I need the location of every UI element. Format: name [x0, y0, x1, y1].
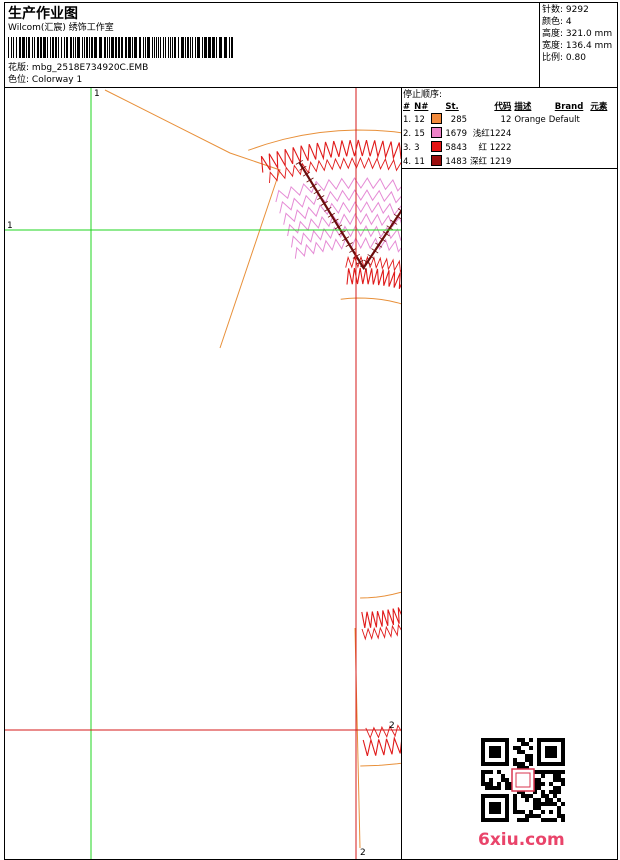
stop-row: 4. 11 1483 深红 1219	[403, 155, 512, 167]
barcode	[8, 37, 233, 58]
colorway-value: Colorway 1	[31, 75, 83, 85]
page-title: 生产作业图	[8, 6, 78, 22]
guide-label-h1: 1	[7, 221, 13, 231]
stop-row: 1. 12 285 12 Orange Default	[403, 113, 580, 125]
qr-code	[481, 738, 565, 822]
embroidery-canvas: 1 1 2 2	[5, 88, 401, 859]
watermark: 6xiu.com	[478, 830, 565, 850]
stats-list: 针数: 9292 颜色: 4 高度: 321.0 mm 宽度: 136.4 mm…	[542, 4, 612, 64]
stat-height: 高度: 321.0 mm	[542, 29, 613, 39]
stat-colors: 颜色: 4	[542, 17, 572, 27]
stop-sequence-table: # N# St. 代码 描述 Brand 元素 1. 12 285 12 Orange D…	[403, 101, 610, 169]
stop-row: 3. 3 5843 红 1222	[403, 141, 512, 153]
colorway-row: 色位: Colorway 1	[8, 74, 82, 86]
guide-label-h2: 2	[389, 721, 395, 731]
color-swatch	[431, 127, 443, 138]
colorway-label: 色位:	[8, 75, 30, 85]
stop-sequence-title: 停止顺序:	[403, 90, 443, 100]
stat-scale: 比例: 0.80	[542, 53, 586, 63]
color-swatch	[431, 155, 443, 166]
color-swatch	[431, 113, 443, 124]
stat-width: 宽度: 136.4 mm	[542, 41, 613, 51]
design-file-value: mbg_2518E734920C.EMB	[31, 63, 149, 73]
guide-label-v2: 2	[360, 848, 366, 858]
guide-label-v1: 1	[94, 89, 100, 99]
swatch-col	[431, 101, 445, 113]
company-name: Wilcom(汇宸) 绣饰工作室	[8, 23, 114, 33]
stat-stitches: 针数: 9292	[542, 5, 589, 15]
design-file-row: 花版: mbg_2518E734920C.EMB	[8, 62, 148, 74]
stop-row: 2. 15 1679 浅红1224	[403, 127, 512, 139]
stop-table-header: # N# St. 代码 描述 Brand 元素	[403, 101, 608, 113]
color-swatch	[431, 141, 443, 152]
design-file-label: 花版:	[8, 63, 30, 73]
